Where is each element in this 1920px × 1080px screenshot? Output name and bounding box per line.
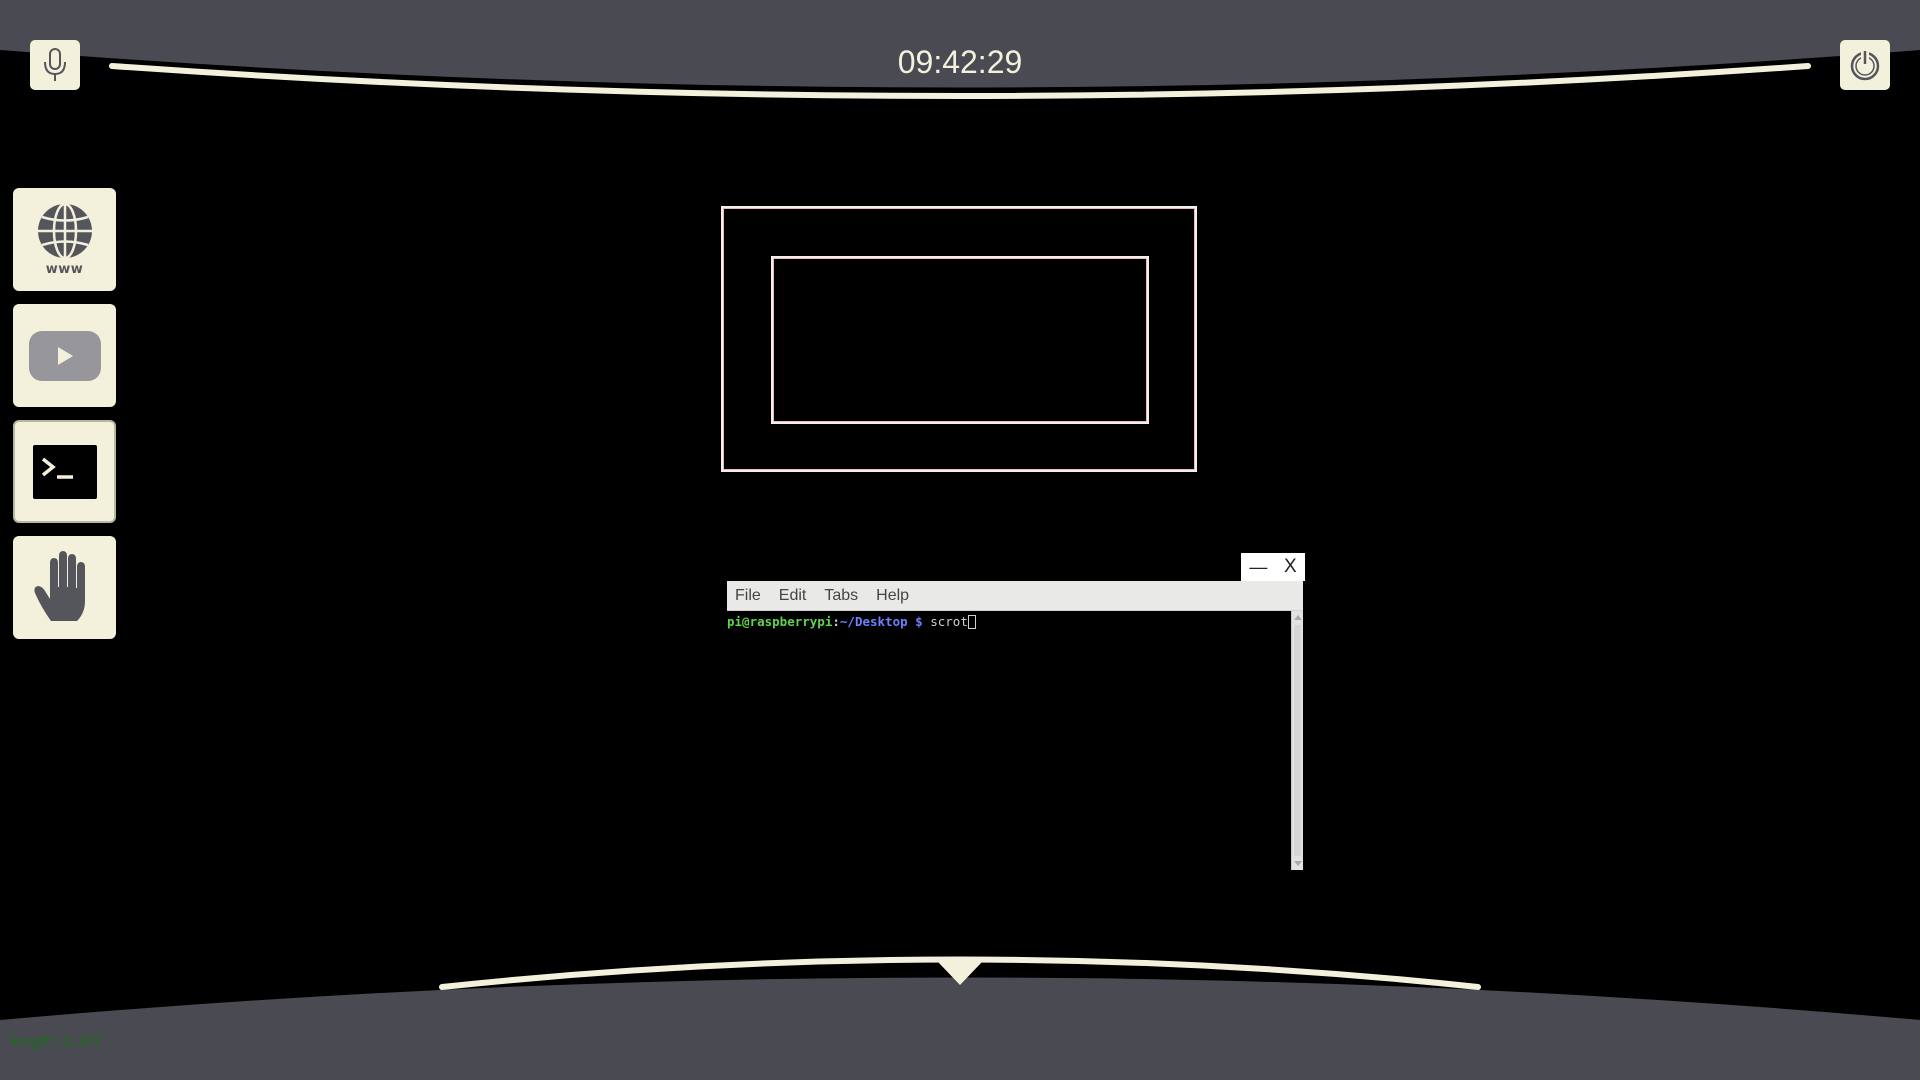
terminal-menubar: File Edit Tabs Help bbox=[727, 581, 1303, 611]
prompt-path: ~/Desktop bbox=[839, 614, 908, 629]
terminal-icon bbox=[32, 444, 97, 499]
clock: 09:42:29 bbox=[897, 44, 1023, 80]
prompt-colon: : bbox=[832, 614, 840, 629]
power-button[interactable] bbox=[1840, 40, 1890, 90]
youtube-icon bbox=[28, 330, 101, 381]
frame-decoration bbox=[0, 0, 1920, 1080]
terminal-body[interactable]: pi@raspberrypi:~/Desktop $ scrot bbox=[727, 611, 1303, 870]
menu-tabs[interactable]: Tabs bbox=[824, 587, 858, 605]
prompt-symbol: $ bbox=[915, 614, 923, 629]
close-button[interactable]: X bbox=[1284, 556, 1297, 578]
menu-edit[interactable]: Edit bbox=[779, 587, 807, 605]
power-icon bbox=[1850, 49, 1880, 81]
minimize-button[interactable]: — bbox=[1249, 557, 1267, 578]
dock-gesture-button[interactable] bbox=[13, 536, 116, 639]
terminal-prompt-line: pi@raspberrypi:~/Desktop $ scrot bbox=[727, 614, 976, 629]
hand-icon bbox=[33, 550, 85, 621]
scrollbar-track[interactable] bbox=[1294, 625, 1301, 856]
dock-browser-button[interactable]: www bbox=[13, 188, 116, 291]
microphone-button[interactable] bbox=[30, 40, 80, 90]
terminal-cursor bbox=[967, 615, 976, 629]
terminal-command: scrot bbox=[930, 614, 968, 629]
globe-icon bbox=[37, 202, 92, 260]
bottom-bar bbox=[0, 977, 1920, 1080]
terminal-scrollbar[interactable] bbox=[1291, 611, 1303, 870]
menu-file[interactable]: File bbox=[735, 587, 761, 605]
dock-youtube-button[interactable] bbox=[13, 304, 116, 407]
dock-terminal-button[interactable] bbox=[13, 420, 116, 523]
menu-help[interactable]: Help bbox=[876, 587, 909, 605]
microphone-icon bbox=[44, 48, 66, 81]
dock-browser-label: www bbox=[45, 262, 84, 277]
scroll-up-icon[interactable] bbox=[1294, 615, 1302, 620]
terminal-window[interactable]: File Edit Tabs Help pi@raspberrypi:~/Des… bbox=[727, 581, 1303, 870]
inner-frame bbox=[771, 256, 1149, 424]
window-controls: — X bbox=[1241, 553, 1305, 581]
scroll-down-icon[interactable] bbox=[1294, 861, 1302, 866]
status-text: length: 0.107 bbox=[10, 1033, 103, 1050]
prompt-user-host: pi@raspberrypi bbox=[727, 614, 833, 629]
